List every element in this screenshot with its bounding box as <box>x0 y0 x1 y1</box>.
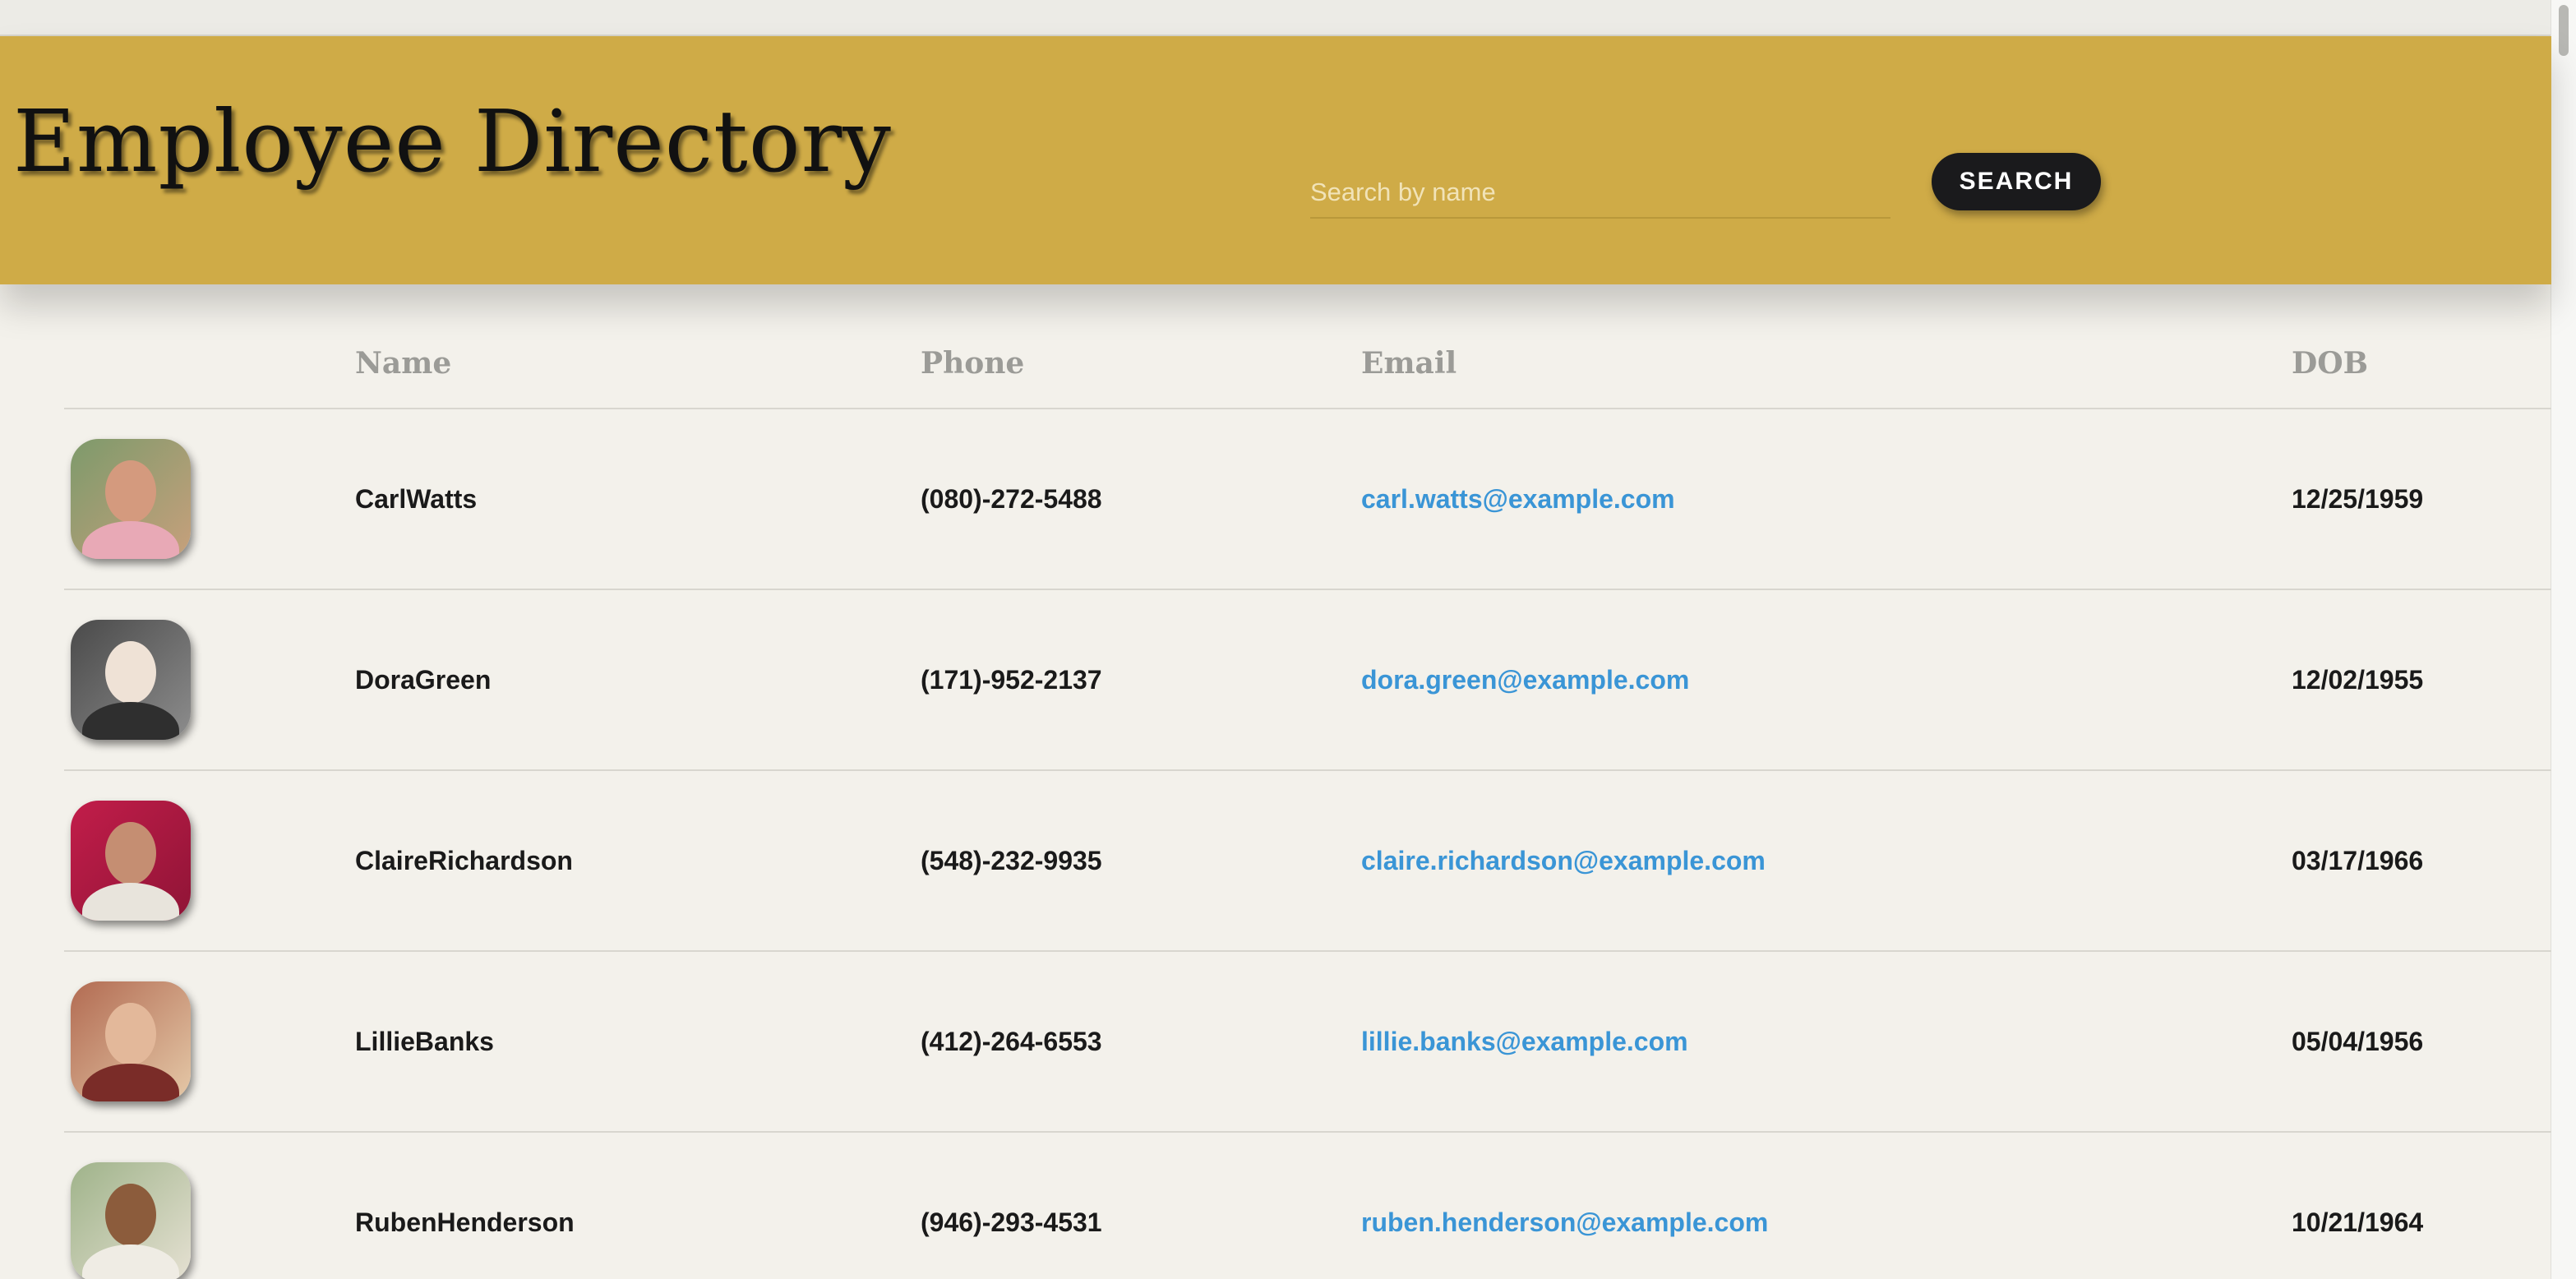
employee-dob: 12/02/1955 <box>2292 589 2551 771</box>
employee-phone: (548)-232-9935 <box>921 770 1361 952</box>
employee-email-cell: claire.richardson@example.com <box>1361 770 2292 952</box>
employee-dob: 05/04/1956 <box>2292 951 2551 1133</box>
page-title: Employee Directory <box>13 91 892 192</box>
employee-email-link[interactable]: ruben.henderson@example.com <box>1361 1207 1768 1237</box>
column-header-dob: DOB <box>2292 319 2551 409</box>
column-header-image <box>64 319 355 409</box>
avatar <box>71 620 191 740</box>
search-input[interactable] <box>1310 168 1890 219</box>
employee-phone: (946)-293-4531 <box>921 1132 1361 1279</box>
avatar <box>71 981 191 1101</box>
employee-table-container: Name Phone Email DOB CarlWatts (080)-272… <box>64 319 2551 1279</box>
employee-dob: 03/17/1966 <box>2292 770 2551 952</box>
employee-email-cell: carl.watts@example.com <box>1361 409 2292 590</box>
column-header-name[interactable]: Name <box>355 319 921 409</box>
table-row: CarlWatts (080)-272-5488 carl.watts@exam… <box>64 409 2551 590</box>
employee-name: CarlWatts <box>355 409 921 590</box>
column-header-email: Email <box>1361 319 2292 409</box>
employee-name: LillieBanks <box>355 951 921 1133</box>
avatar <box>71 439 191 559</box>
employee-phone: (171)-952-2137 <box>921 589 1361 771</box>
table-row: ClaireRichardson (548)-232-9935 claire.r… <box>64 770 2551 952</box>
employee-dob: 12/25/1959 <box>2292 409 2551 590</box>
table-row: RubenHenderson (946)-293-4531 ruben.hend… <box>64 1132 2551 1279</box>
avatar-cell <box>64 1132 355 1279</box>
page: Employee Directory SEARCH Name Phone Ema… <box>0 0 2576 1279</box>
vertical-scrollbar[interactable] <box>2551 0 2576 1279</box>
header-bar: Employee Directory SEARCH <box>0 36 2551 284</box>
avatar <box>71 1162 191 1279</box>
avatar-cell <box>64 951 355 1133</box>
employee-name: RubenHenderson <box>355 1132 921 1279</box>
table-row: DoraGreen (171)-952-2137 dora.green@exam… <box>64 589 2551 771</box>
employee-dob: 10/21/1964 <box>2292 1132 2551 1279</box>
avatar-cell <box>64 770 355 952</box>
employee-name: DoraGreen <box>355 589 921 771</box>
avatar <box>71 801 191 921</box>
employee-email-link[interactable]: carl.watts@example.com <box>1361 484 1675 514</box>
avatar-cell <box>64 409 355 590</box>
employee-table: Name Phone Email DOB CarlWatts (080)-272… <box>64 319 2551 1279</box>
employee-email-cell: lillie.banks@example.com <box>1361 951 2292 1133</box>
employee-name: ClaireRichardson <box>355 770 921 952</box>
table-row: LillieBanks (412)-264-6553 lillie.banks@… <box>64 951 2551 1133</box>
employee-email-cell: dora.green@example.com <box>1361 589 2292 771</box>
employee-email-link[interactable]: claire.richardson@example.com <box>1361 846 1766 875</box>
employee-email-cell: ruben.henderson@example.com <box>1361 1132 2292 1279</box>
employee-phone: (412)-264-6553 <box>921 951 1361 1133</box>
search-button[interactable]: SEARCH <box>1932 153 2101 210</box>
avatar-cell <box>64 589 355 771</box>
employee-phone: (080)-272-5488 <box>921 409 1361 590</box>
employee-email-link[interactable]: lillie.banks@example.com <box>1361 1027 1688 1056</box>
employee-email-link[interactable]: dora.green@example.com <box>1361 665 1689 695</box>
scrollbar-thumb[interactable] <box>2559 5 2569 56</box>
table-header-row: Name Phone Email DOB <box>64 319 2551 409</box>
browser-top-strip <box>0 0 2551 36</box>
column-header-phone: Phone <box>921 319 1361 409</box>
